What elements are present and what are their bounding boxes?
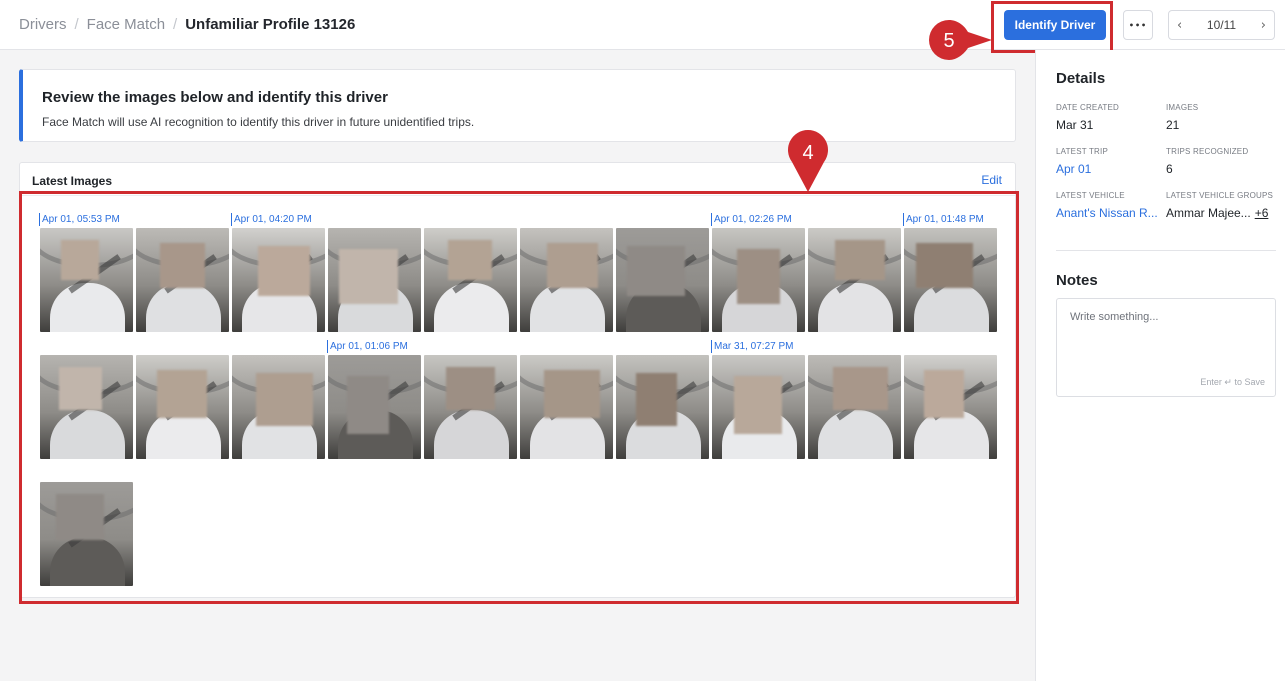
driver-image-thumbnail[interactable] — [520, 355, 613, 459]
images-count-label: IMAGES — [1166, 103, 1199, 112]
image-date-label: Apr 01, 01:48 PM — [903, 213, 984, 226]
driver-image-thumbnail[interactable] — [712, 355, 805, 459]
blurred-face — [915, 243, 973, 288]
latest-images-title: Latest Images — [32, 174, 113, 188]
callout-number: 4 — [802, 142, 813, 164]
banner-text: Face Match will use AI recognition to id… — [42, 115, 475, 129]
driver-image-thumbnail[interactable] — [40, 228, 133, 332]
driver-image-thumbnail[interactable] — [136, 355, 229, 459]
driver-image-thumbnail[interactable] — [232, 355, 325, 459]
blurred-face — [544, 370, 600, 418]
image-date-label: Apr 01, 05:53 PM — [39, 213, 120, 226]
driver-image-thumbnail[interactable] — [232, 228, 325, 332]
blurred-face — [61, 240, 99, 280]
vehicle-group-name: Ammar Majee... — [1166, 206, 1251, 220]
driver-image-thumbnail[interactable] — [904, 355, 997, 459]
blurred-face — [56, 494, 104, 540]
latest-vehicle-link[interactable]: Anant's Nissan R... — [1056, 206, 1158, 220]
page-title: Unfamiliar Profile 13126 — [185, 16, 356, 33]
details-title: Details — [1056, 70, 1106, 87]
chevron-left-icon[interactable]: ‹ — [1177, 18, 1182, 33]
chevron-right-icon[interactable]: › — [1261, 18, 1266, 33]
driver-image-thumbnail[interactable] — [328, 355, 421, 459]
images-count-value: 21 — [1166, 118, 1180, 132]
notes-input[interactable]: Write something... Enter ↵ to Save — [1056, 298, 1276, 397]
blurred-face — [924, 370, 964, 418]
driver-image-thumbnail[interactable] — [904, 228, 997, 332]
notes-title: Notes — [1056, 272, 1098, 289]
blurred-face — [734, 376, 782, 434]
pager-count: 10/11 — [1206, 18, 1237, 32]
blurred-face — [157, 370, 207, 418]
blurred-face — [635, 373, 677, 426]
trips-recognized-label: TRIPS RECOGNIZED — [1166, 147, 1249, 156]
blurred-face — [255, 373, 313, 426]
latest-trip-label: LATEST TRIP — [1056, 147, 1108, 156]
blurred-face — [258, 246, 310, 296]
callout-marker-4: 4 — [788, 130, 828, 192]
blurred-face — [835, 240, 885, 280]
driver-image-thumbnail[interactable] — [328, 228, 421, 332]
more-options-button[interactable]: ••• — [1123, 10, 1153, 40]
blurred-face — [448, 240, 492, 280]
blurred-face — [736, 249, 780, 304]
breadcrumb-drivers[interactable]: Drivers — [19, 16, 67, 33]
blurred-face — [445, 367, 495, 410]
driver-image-thumbnail[interactable] — [424, 355, 517, 459]
notes-placeholder: Write something... — [1070, 311, 1159, 323]
breadcrumb-separator: / — [173, 16, 178, 33]
blurred-face — [832, 367, 888, 410]
divider — [1056, 250, 1276, 251]
notes-hint: Enter ↵ to Save — [1200, 377, 1265, 387]
details-sidebar: Details DATE CREATED Mar 31 IMAGES 21 LA… — [1035, 50, 1285, 681]
driver-image-thumbnail[interactable] — [136, 228, 229, 332]
driver-image-thumbnail[interactable] — [712, 228, 805, 332]
blurred-face — [627, 246, 685, 296]
driver-image-thumbnail[interactable] — [40, 482, 133, 586]
driver-image-thumbnail[interactable] — [616, 355, 709, 459]
pagination: ‹ 10/11 › — [1168, 10, 1275, 40]
edit-link[interactable]: Edit — [981, 173, 1002, 187]
callout-marker-5: 5 — [929, 20, 992, 60]
driver-image-thumbnail[interactable] — [40, 355, 133, 459]
latest-vehicle-groups-label: LATEST VEHICLE GROUPS — [1166, 191, 1274, 200]
date-created-value: Mar 31 — [1056, 118, 1094, 132]
driver-image-thumbnail[interactable] — [808, 355, 901, 459]
blurred-face — [58, 367, 102, 410]
driver-image-thumbnail[interactable] — [616, 228, 709, 332]
blurred-face — [347, 376, 389, 434]
breadcrumb: Drivers / Face Match / Unfamiliar Profil… — [19, 16, 355, 33]
blurred-face — [159, 243, 205, 288]
blurred-face — [338, 249, 398, 304]
more-groups-link[interactable]: +6 — [1255, 206, 1269, 220]
image-date-label: Apr 01, 01:06 PM — [327, 340, 408, 353]
callout-number: 5 — [943, 30, 954, 52]
latest-vehicle-label: LATEST VEHICLE — [1056, 191, 1125, 200]
driver-image-thumbnail[interactable] — [520, 228, 613, 332]
image-date-label: Mar 31, 07:27 PM — [711, 340, 793, 353]
trips-recognized-value: 6 — [1166, 162, 1173, 176]
image-date-label: Apr 01, 02:26 PM — [711, 213, 792, 226]
banner-title: Review the images below and identify thi… — [42, 89, 388, 106]
breadcrumb-face-match[interactable]: Face Match — [87, 16, 165, 33]
ellipsis-icon: ••• — [1128, 20, 1148, 30]
driver-image-thumbnail[interactable] — [424, 228, 517, 332]
callout-box-5 — [991, 1, 1113, 53]
blurred-face — [546, 243, 598, 288]
instruction-banner: Review the images below and identify thi… — [19, 69, 1016, 142]
date-created-label: DATE CREATED — [1056, 103, 1119, 112]
driver-image-thumbnail[interactable] — [808, 228, 901, 332]
latest-vehicle-groups-value: Ammar Majee... +6 — [1166, 206, 1268, 220]
latest-trip-link[interactable]: Apr 01 — [1056, 162, 1091, 176]
breadcrumb-separator: / — [74, 16, 79, 33]
image-date-label: Apr 01, 04:20 PM — [231, 213, 312, 226]
